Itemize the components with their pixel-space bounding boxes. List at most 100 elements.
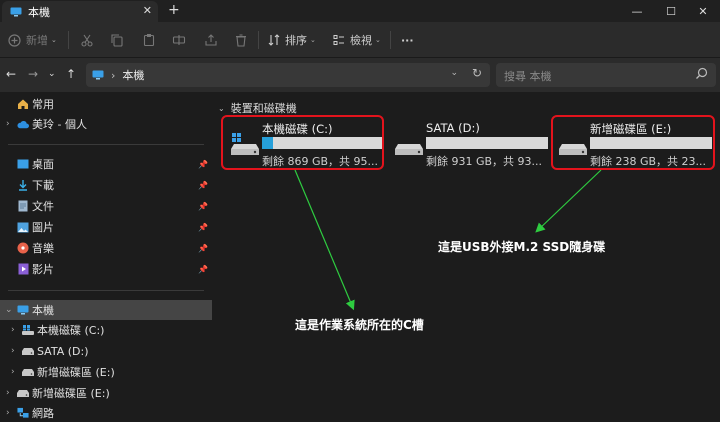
sidebar-item-drive-c[interactable]: › 本機磁碟 (C:) xyxy=(0,320,212,340)
home-icon xyxy=(17,98,29,110)
close-button[interactable]: ✕ xyxy=(686,0,720,22)
video-icon xyxy=(17,263,29,275)
pin-icon[interactable]: 📌 xyxy=(198,265,208,274)
expand-chevron-icon[interactable]: › xyxy=(6,119,10,129)
view-list-icon xyxy=(333,34,345,46)
sort-icon xyxy=(268,34,280,46)
toolbar-divider xyxy=(258,31,259,49)
sidebar-item-home[interactable]: 常用 xyxy=(0,94,212,114)
sort-label: 排序 xyxy=(285,34,307,47)
recent-locations-chevron-icon[interactable]: ⌄ xyxy=(48,69,56,79)
expand-chevron-icon[interactable]: › xyxy=(6,408,10,418)
chevron-down-icon: ⌄ xyxy=(310,36,316,44)
back-arrow-icon[interactable]: ← xyxy=(6,67,16,81)
sidebar-item-label: 圖片 xyxy=(32,221,54,234)
expand-chevron-icon[interactable]: › xyxy=(11,367,15,377)
tab-this-pc[interactable]: 本機 ✕ xyxy=(2,1,158,22)
sidebar-divider xyxy=(8,144,204,145)
sidebar-item-downloads[interactable]: 下載 📌 xyxy=(0,175,212,195)
forward-arrow-icon[interactable]: → xyxy=(28,67,38,81)
network-icon xyxy=(17,407,29,419)
sidebar-item-label: 新增磁碟區 (E:) xyxy=(37,366,115,379)
sidebar-item-label: 桌面 xyxy=(32,158,54,171)
address-bar[interactable]: › 本機 ⌄ ↻ xyxy=(86,63,490,87)
pin-icon[interactable]: 📌 xyxy=(198,223,208,232)
sidebar-item-network[interactable]: › 網路 xyxy=(0,403,212,422)
collapse-chevron-icon[interactable]: ⌄ xyxy=(5,305,13,315)
sort-button[interactable]: 排序 ⌄ xyxy=(268,30,316,50)
address-dropdown-icon[interactable]: ⌄ xyxy=(450,68,458,78)
sidebar-item-label: SATA (D:) xyxy=(37,344,89,358)
toolbar-divider xyxy=(68,31,69,49)
sidebar-item-pictures[interactable]: 圖片 📌 xyxy=(0,217,212,237)
pin-icon[interactable]: 📌 xyxy=(198,244,208,253)
sidebar-item-desktop[interactable]: 桌面 📌 xyxy=(0,154,212,174)
cloud-icon xyxy=(17,118,29,130)
pin-icon[interactable]: 📌 xyxy=(198,160,208,169)
clipboard-icon xyxy=(142,33,156,47)
chevron-down-icon: ⌄ xyxy=(51,36,57,44)
navigation-pane: 常用 › 美玲 - 個人 桌面 📌 下載 📌 文件 📌 圖片 📌 音樂 📌 影片… xyxy=(0,92,212,422)
rename-button[interactable] xyxy=(172,30,186,50)
expand-chevron-icon[interactable]: › xyxy=(11,325,15,335)
minimize-button[interactable]: — xyxy=(620,0,654,22)
download-icon xyxy=(17,179,29,191)
annotation-arrows xyxy=(294,169,602,311)
tab-close-icon[interactable]: ✕ xyxy=(143,4,152,17)
search-box[interactable]: 搜尋 本機 xyxy=(496,63,716,87)
trash-icon xyxy=(234,33,248,47)
delete-button[interactable] xyxy=(234,30,248,50)
search-icon[interactable] xyxy=(695,67,708,80)
sidebar-item-label: 常用 xyxy=(32,98,54,111)
hard-drive-icon xyxy=(22,366,34,378)
arrow-to-e-drive xyxy=(535,169,602,233)
new-button[interactable]: 新增 ⌄ xyxy=(8,30,57,50)
breadcrumb-separator: › xyxy=(111,68,116,82)
maximize-button[interactable]: ☐ xyxy=(654,0,688,22)
desktop-icon xyxy=(17,158,29,170)
plus-circle-icon xyxy=(8,33,21,47)
sidebar-item-label: 本機 xyxy=(32,304,54,317)
pin-icon[interactable]: 📌 xyxy=(198,202,208,211)
sidebar-item-videos[interactable]: 影片 📌 xyxy=(0,259,212,279)
sidebar-item-label: 新增磁碟區 (E:) xyxy=(32,387,110,400)
sidebar-item-onedrive[interactable]: › 美玲 - 個人 xyxy=(0,114,212,134)
music-icon xyxy=(17,242,29,254)
sidebar-item-this-pc[interactable]: ⌄ 本機 xyxy=(0,300,212,320)
cut-button[interactable] xyxy=(80,30,94,50)
copy-icon xyxy=(110,33,124,47)
sidebar-item-label: 網路 xyxy=(32,407,54,420)
sidebar-item-drive-e[interactable]: › 新增磁碟區 (E:) xyxy=(0,362,212,382)
sidebar-item-drive-d[interactable]: › SATA (D:) xyxy=(0,341,212,361)
breadcrumb-this-pc[interactable]: 本機 xyxy=(122,67,144,83)
sidebar-item-music[interactable]: 音樂 📌 xyxy=(0,238,212,258)
computer-icon xyxy=(17,304,29,316)
hard-drive-icon xyxy=(22,345,34,357)
view-label: 檢視 xyxy=(350,34,372,47)
sidebar-item-documents[interactable]: 文件 📌 xyxy=(0,196,212,216)
share-button[interactable] xyxy=(204,30,218,50)
expand-chevron-icon[interactable]: › xyxy=(11,346,15,356)
title-bar: 本機 ✕ + — ☐ ✕ xyxy=(0,0,720,22)
view-button[interactable]: 檢視 ⌄ xyxy=(333,30,381,50)
tab-title: 本機 xyxy=(28,5,50,19)
pin-icon[interactable]: 📌 xyxy=(198,181,208,190)
sidebar-item-label: 音樂 xyxy=(32,242,54,255)
sidebar-item-label: 文件 xyxy=(32,200,54,213)
sidebar-item-label: 本機磁碟 (C:) xyxy=(37,324,105,337)
refresh-icon[interactable]: ↻ xyxy=(472,66,482,80)
arrow-to-c-drive xyxy=(294,169,355,311)
sidebar-item-label: 美玲 - 個人 xyxy=(32,118,87,131)
picture-icon xyxy=(17,221,29,233)
computer-icon xyxy=(10,7,22,17)
up-arrow-icon[interactable]: ↑ xyxy=(66,67,76,81)
more-options-button[interactable]: ··· xyxy=(401,30,414,50)
sidebar-item-removable-e[interactable]: › 新增磁碟區 (E:) xyxy=(0,383,212,403)
copy-button[interactable] xyxy=(110,30,124,50)
sidebar-item-label: 影片 xyxy=(32,263,54,276)
new-tab-button[interactable]: + xyxy=(168,2,180,18)
search-placeholder: 搜尋 本機 xyxy=(504,70,552,83)
expand-chevron-icon[interactable]: › xyxy=(6,388,10,398)
paste-button[interactable] xyxy=(142,30,156,50)
document-icon xyxy=(17,200,29,212)
